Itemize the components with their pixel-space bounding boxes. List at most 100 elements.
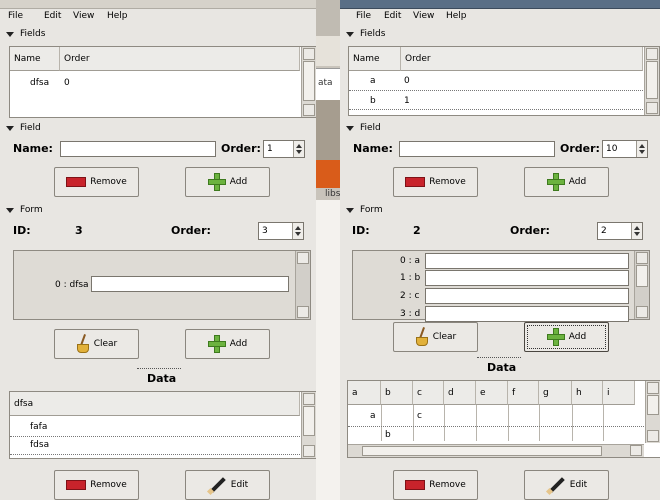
fields-scrollbar[interactable] [301,47,316,117]
data-hscrollbar[interactable] [348,444,644,457]
fields-table[interactable]: Name Order a 0 b 1 [348,46,660,116]
form-entry-input[interactable] [425,253,629,269]
add-field-button[interactable]: Add [185,167,270,197]
data-vscrollbar[interactable] [645,381,660,443]
form-entry-input[interactable] [425,288,629,304]
spin-up-icon[interactable] [295,226,301,230]
form-expander[interactable]: Form [6,204,43,216]
fields-scrollbar[interactable] [644,47,659,115]
spin-arrows[interactable] [292,223,303,239]
add-field-button[interactable]: Add [524,167,609,197]
field-name-input[interactable] [399,141,555,157]
column-header-c[interactable]: c [413,381,444,405]
spin-down-icon[interactable] [296,150,302,154]
data-row[interactable]: fafa [30,422,47,432]
field-expander[interactable]: Field [6,122,41,134]
field-row-name[interactable]: dfsa [30,78,49,88]
form-expander[interactable]: Form [346,204,383,216]
scroll-thumb[interactable] [303,406,315,436]
form-order-spinner[interactable]: 2 [597,222,643,240]
remove-field-button[interactable]: Remove [393,167,478,197]
form-scrollbar[interactable] [634,251,649,319]
menu-help[interactable]: Help [446,11,467,21]
clear-button[interactable]: Clear [54,329,139,359]
grid-cell-b[interactable]: b [385,430,391,440]
scroll-up-button[interactable] [647,382,659,394]
field-row-order[interactable]: 1 [404,96,410,106]
column-header-f[interactable]: f [508,381,539,405]
column-header[interactable]: dfsa [10,392,300,416]
add-record-button[interactable]: Add [185,329,270,359]
spin-arrows[interactable] [293,141,304,157]
field-row-name[interactable]: a [370,76,376,86]
column-header-order[interactable]: Order [60,47,300,71]
remove-record-button[interactable]: Remove [393,470,478,500]
field-name-input[interactable] [60,141,216,157]
scroll-up-button[interactable] [297,252,309,264]
spin-down-icon[interactable] [634,232,640,236]
field-row-order[interactable]: 0 [64,78,70,88]
spin-down-icon[interactable] [639,150,645,154]
scroll-down-button[interactable] [297,306,309,318]
add-record-button[interactable]: Add [524,322,609,352]
spin-up-icon[interactable] [296,144,302,148]
scroll-thumb[interactable] [303,61,315,101]
column-header-i[interactable]: i [603,381,635,405]
spin-arrows[interactable] [636,141,647,157]
data-row[interactable]: fdsa [30,440,49,450]
grid-cell-a[interactable]: a [370,411,376,421]
field-order-spinner[interactable]: 1 [263,140,305,158]
form-order-spinner[interactable]: 3 [258,222,304,240]
column-header-d[interactable]: d [444,381,476,405]
scroll-up-button[interactable] [303,393,315,405]
field-row-name[interactable]: b [370,96,376,106]
form-scrollbar[interactable] [295,251,310,319]
column-header-order[interactable]: Order [401,47,643,71]
scroll-up-button[interactable] [303,48,315,60]
column-header-b[interactable]: b [381,381,413,405]
field-row-order[interactable]: 0 [404,76,410,86]
column-header-h[interactable]: h [572,381,603,405]
column-header-g[interactable]: g [539,381,572,405]
remove-record-button[interactable]: Remove [54,470,139,500]
scroll-up-button[interactable] [646,48,658,60]
edit-button[interactable]: Edit [185,470,270,500]
scroll-up-button[interactable] [636,252,648,264]
fields-expander[interactable]: Fields [6,28,45,40]
scroll-thumb[interactable] [636,265,648,287]
menu-edit[interactable]: Edit [44,11,61,21]
edit-button[interactable]: Edit [524,470,609,500]
menu-file[interactable]: File [356,11,371,21]
spin-up-icon[interactable] [634,226,640,230]
menu-view[interactable]: View [73,11,94,21]
remove-field-button[interactable]: Remove [54,167,139,197]
menu-help[interactable]: Help [107,11,128,21]
menu-view[interactable]: View [413,11,434,21]
fields-expander[interactable]: Fields [346,28,385,40]
form-entry-input[interactable] [91,276,289,292]
data-grid[interactable]: a b c d e f g h i a c b [347,380,660,458]
scroll-thumb[interactable] [647,395,659,415]
scroll-down-button[interactable] [303,104,315,116]
data-table[interactable]: dfsa fafa fdsa [9,391,316,459]
column-header-name[interactable]: Name [10,47,60,71]
field-expander[interactable]: Field [346,122,381,134]
column-header-a[interactable]: a [348,381,381,405]
scroll-down-button[interactable] [647,430,659,442]
column-header-name[interactable]: Name [349,47,401,71]
form-entry-input[interactable] [425,270,629,286]
clear-button[interactable]: Clear [393,322,478,352]
form-entry-input[interactable] [425,306,629,322]
menu-file[interactable]: File [8,11,23,21]
right-titlebar[interactable] [340,0,660,9]
scroll-down-button[interactable] [303,445,315,457]
menu-edit[interactable]: Edit [384,11,401,21]
field-order-spinner[interactable]: 10 [602,140,648,158]
hscroll-thumb[interactable] [362,446,602,456]
grid-cell-c[interactable]: c [417,411,422,421]
spin-up-icon[interactable] [639,144,645,148]
scroll-right-button[interactable] [630,445,642,456]
scroll-down-button[interactable] [646,102,658,114]
scroll-down-button[interactable] [636,306,648,318]
fields-table[interactable]: Name Order dfsa 0 [9,46,316,118]
